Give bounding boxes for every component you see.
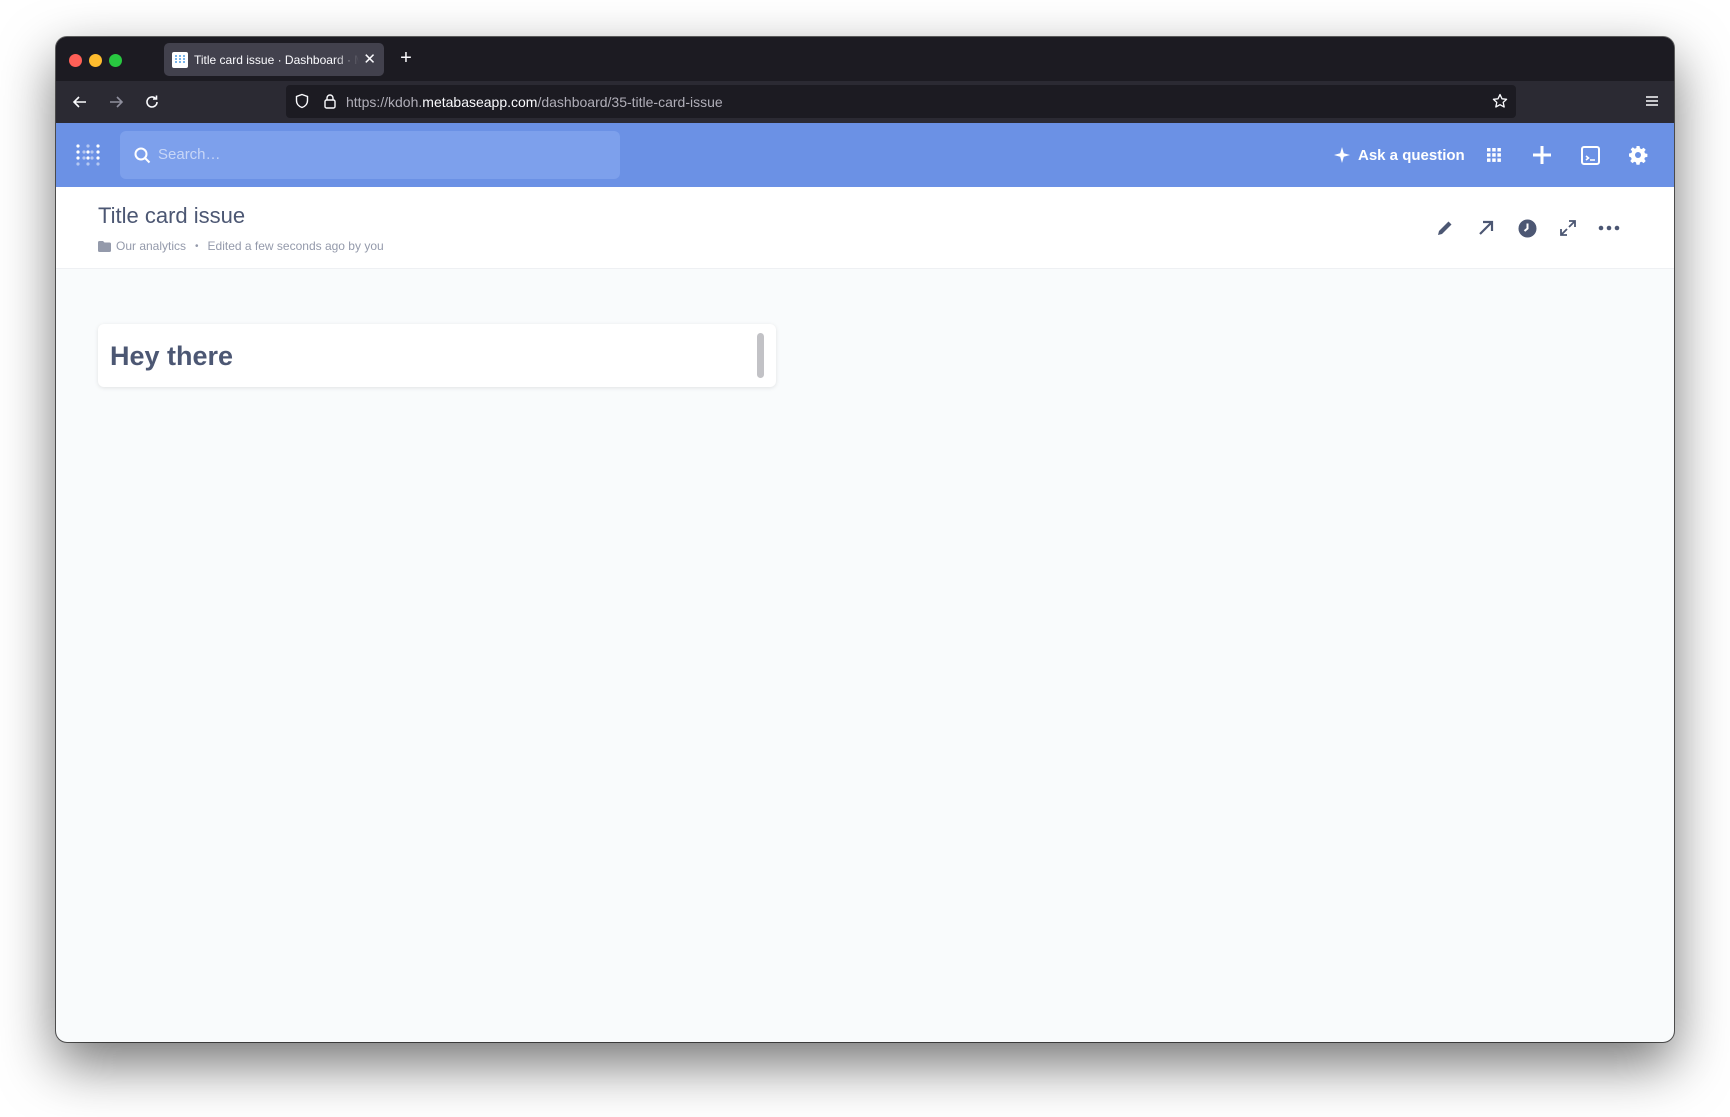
url-bar[interactable]: https://kdoh.metabaseapp.com/dashboard/3…	[286, 85, 1516, 118]
add-icon[interactable]	[1531, 144, 1553, 166]
more-options-icon[interactable]	[1597, 216, 1621, 240]
minimize-window-button[interactable]	[89, 54, 102, 67]
apps-grid-icon[interactable]	[1483, 144, 1505, 166]
back-icon[interactable]	[70, 92, 90, 112]
navigation-bar: https://kdoh.metabaseapp.com/dashboard/3…	[56, 81, 1674, 123]
maximize-window-button[interactable]	[109, 54, 122, 67]
fullscreen-icon[interactable]	[1556, 216, 1580, 240]
forward-icon[interactable]	[106, 92, 126, 112]
ask-question-label: Ask a question	[1358, 146, 1465, 164]
tab-strip: Title card issue · Dashboard · Metabase …	[56, 37, 1674, 81]
dashboard-header: Title card issue Our analytics • Edited …	[56, 187, 1674, 269]
lock-icon[interactable]	[322, 93, 338, 114]
collection-link[interactable]: Our analytics	[116, 239, 186, 253]
separator-dot: •	[195, 240, 199, 252]
folder-icon	[98, 240, 111, 252]
hamburger-menu-icon[interactable]	[1644, 93, 1660, 114]
card-heading-text: Hey there	[110, 341, 234, 371]
dashboard-meta: Our analytics • Edited a few seconds ago…	[98, 239, 384, 253]
dashboard-title[interactable]: Title card issue	[98, 203, 245, 229]
metabase-favicon-icon	[172, 51, 188, 68]
browser-tab[interactable]: Title card issue · Dashboard · Metabase …	[164, 43, 384, 76]
tab-title: Title card issue · Dashboard · Metabase	[194, 52, 360, 67]
last-edited-text[interactable]: Edited a few seconds ago by you	[208, 239, 384, 253]
bookmark-star-icon[interactable]	[1492, 93, 1508, 114]
tab-close-icon[interactable]: ✕	[363, 52, 376, 67]
url-text[interactable]: https://kdoh.metabaseapp.com/dashboard/3…	[346, 94, 723, 110]
reload-icon[interactable]	[142, 92, 162, 112]
search-input[interactable]: Search…	[158, 146, 221, 163]
new-tab-button[interactable]: +	[394, 47, 418, 71]
sql-editor-icon[interactable]	[1579, 144, 1601, 166]
pencil-icon[interactable]	[1433, 216, 1457, 240]
search-icon	[134, 147, 151, 169]
close-window-button[interactable]	[69, 54, 82, 67]
heading-card[interactable]: Hey there	[98, 324, 776, 387]
share-arrow-icon[interactable]	[1474, 216, 1498, 240]
sparkle-icon	[1334, 147, 1350, 163]
search-bar[interactable]: Search…	[120, 131, 620, 179]
shield-icon[interactable]	[294, 93, 310, 114]
card-scrollbar[interactable]	[757, 333, 764, 378]
metabase-topbar: Search… Ask a question	[56, 123, 1674, 187]
metabase-logo-icon[interactable]	[75, 143, 101, 174]
metabase-app: Search… Ask a question Title card issue …	[56, 123, 1674, 1042]
settings-gear-icon[interactable]	[1627, 144, 1649, 166]
ask-question-button[interactable]: Ask a question	[1334, 143, 1465, 167]
history-clock-icon[interactable]	[1515, 216, 1539, 240]
browser-window: Title card issue · Dashboard · Metabase …	[56, 37, 1674, 1042]
